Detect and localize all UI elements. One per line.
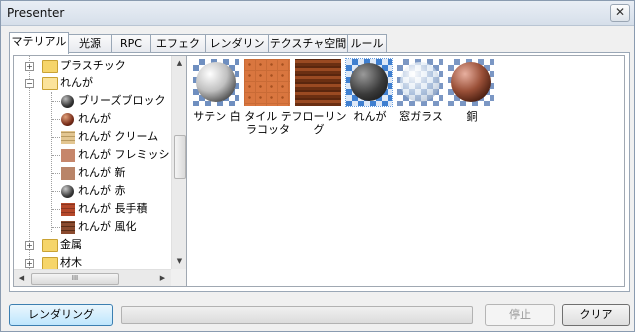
presenter-window: Presenter ✕ マテリアル 光源 RPC エフェクト レンダリング テク… xyxy=(0,0,635,332)
sphere-red-icon xyxy=(61,185,74,198)
tree-item-label: れんが xyxy=(60,76,93,89)
render-progress-bar xyxy=(121,306,473,324)
tab-light[interactable]: 光源 xyxy=(68,34,112,53)
tab-rpc[interactable]: RPC xyxy=(111,34,151,53)
tree-item-wood[interactable]: + 材木 xyxy=(14,254,171,269)
tree-item-label: れんが xyxy=(78,112,111,125)
expand-icon[interactable]: + xyxy=(25,62,34,71)
material-tile-terracotta[interactable]: タイル テラコッタ xyxy=(243,58,293,136)
clear-button[interactable]: クリア xyxy=(562,304,630,326)
tree-item-plastic[interactable]: + プラスチック xyxy=(14,57,171,75)
sphere-dark-icon xyxy=(61,95,74,108)
copper-sphere-icon xyxy=(448,59,494,106)
tree-item-breeze-block[interactable]: ブリーズブロック xyxy=(14,92,171,110)
satin-white-sphere-icon xyxy=(193,59,239,106)
title-bar: Presenter ✕ xyxy=(1,1,634,26)
expand-icon[interactable]: + xyxy=(25,259,34,268)
material-label: 銅 xyxy=(466,110,478,123)
tab-effect[interactable]: エフェクト xyxy=(150,34,206,68)
close-button[interactable]: ✕ xyxy=(610,4,630,22)
folder-icon xyxy=(42,239,58,252)
tree-item-label: れんが 赤 xyxy=(78,184,126,197)
tree-item-label: れんが クリーム xyxy=(78,130,159,143)
tree-item-metal[interactable]: + 金属 xyxy=(14,236,171,254)
tree-item-brick-stretcher[interactable]: れんが 長手積 xyxy=(14,200,171,218)
material-label: れんが xyxy=(353,110,387,123)
material-tree[interactable]: + プラスチック − れんが ブリーズブロック れんが れんが クリーム れんが… xyxy=(13,55,187,287)
material-label: 窓ガラス xyxy=(399,110,443,123)
tree-item-brick[interactable]: れんが xyxy=(14,110,171,128)
material-flooring[interactable]: フローリング xyxy=(292,58,347,136)
folder-open-icon xyxy=(42,77,58,90)
brick-sphere-icon xyxy=(345,58,393,107)
folder-icon xyxy=(42,257,58,269)
scroll-left-arrow-icon[interactable]: ◀ xyxy=(16,274,27,282)
tree-item-label: 材木 xyxy=(60,256,82,269)
tab-material[interactable]: マテリアル xyxy=(9,32,69,54)
horizontal-scroll-thumb[interactable]: III xyxy=(31,273,119,285)
material-copper[interactable]: 銅 xyxy=(447,58,497,134)
tree-item-brick-flemish[interactable]: れんが フレミッシュ xyxy=(14,146,171,164)
terracotta-tile-icon xyxy=(244,59,290,106)
expand-icon[interactable]: + xyxy=(25,241,34,250)
tree-item-label: れんが 風化 xyxy=(78,220,137,233)
swatch-flemish-icon xyxy=(61,149,75,162)
scroll-corner xyxy=(171,269,186,286)
tree-item-label: プラスチック xyxy=(60,59,126,72)
tree-item-brick-folder[interactable]: − れんが xyxy=(14,74,171,92)
tree-vertical-scrollbar[interactable]: ▲ ▼ xyxy=(171,56,186,269)
folder-icon xyxy=(42,60,58,73)
swatch-new-icon xyxy=(61,167,75,180)
swatch-cream-icon xyxy=(61,131,75,144)
material-label: フローリング xyxy=(291,110,347,136)
material-window-glass[interactable]: 窓ガラス xyxy=(396,58,446,134)
tab-texture-space[interactable]: テクスチャ空間 xyxy=(268,34,348,53)
tree-item-label: れんが 長手積 xyxy=(78,202,148,215)
glass-sphere-icon xyxy=(397,59,443,106)
scroll-up-arrow-icon[interactable]: ▲ xyxy=(174,59,185,67)
material-gallery: サテン 白 タイル テラコッタ フローリング れんが 窓ガラス 銅 xyxy=(186,55,625,287)
material-brick-selected[interactable]: れんが xyxy=(345,58,395,134)
tree-items: + プラスチック − れんが ブリーズブロック れんが れんが クリーム れんが… xyxy=(14,56,171,269)
scroll-right-arrow-icon[interactable]: ▶ xyxy=(157,274,168,282)
material-satin-white[interactable]: サテン 白 xyxy=(192,58,242,134)
flooring-icon xyxy=(295,59,341,106)
collapse-icon[interactable]: − xyxy=(25,79,34,88)
swatch-stretcher-icon xyxy=(61,203,75,216)
tree-item-brick-cream[interactable]: れんが クリーム xyxy=(14,128,171,146)
material-label: サテン 白 xyxy=(193,110,241,123)
material-panel: + プラスチック − れんが ブリーズブロック れんが れんが クリーム れんが… xyxy=(9,52,630,292)
tree-item-label: ブリーズブロック xyxy=(78,94,166,107)
material-label: タイル テラコッタ xyxy=(244,110,292,136)
swatch-weathered-icon xyxy=(61,221,75,234)
tab-rule[interactable]: ルール xyxy=(347,34,387,53)
tree-item-label: 金属 xyxy=(60,238,82,251)
window-title: Presenter xyxy=(7,6,65,20)
stop-button[interactable]: 停止 xyxy=(485,304,555,326)
tree-horizontal-scrollbar[interactable]: ◀ III ▶ xyxy=(14,269,171,286)
tree-item-label: れんが 新 xyxy=(78,166,126,179)
render-button[interactable]: レンダリング xyxy=(9,304,113,326)
tree-item-brick-weathered[interactable]: れんが 風化 xyxy=(14,218,171,236)
scroll-down-arrow-icon[interactable]: ▼ xyxy=(174,257,185,265)
tab-rendering[interactable]: レンダリング xyxy=(205,34,269,68)
tree-item-brick-red[interactable]: れんが 赤 xyxy=(14,182,171,200)
vertical-scroll-thumb[interactable] xyxy=(174,135,186,179)
tree-item-brick-new[interactable]: れんが 新 xyxy=(14,164,171,182)
tree-item-label: れんが フレミッシュ xyxy=(78,148,171,161)
sphere-brick-icon xyxy=(61,113,74,126)
